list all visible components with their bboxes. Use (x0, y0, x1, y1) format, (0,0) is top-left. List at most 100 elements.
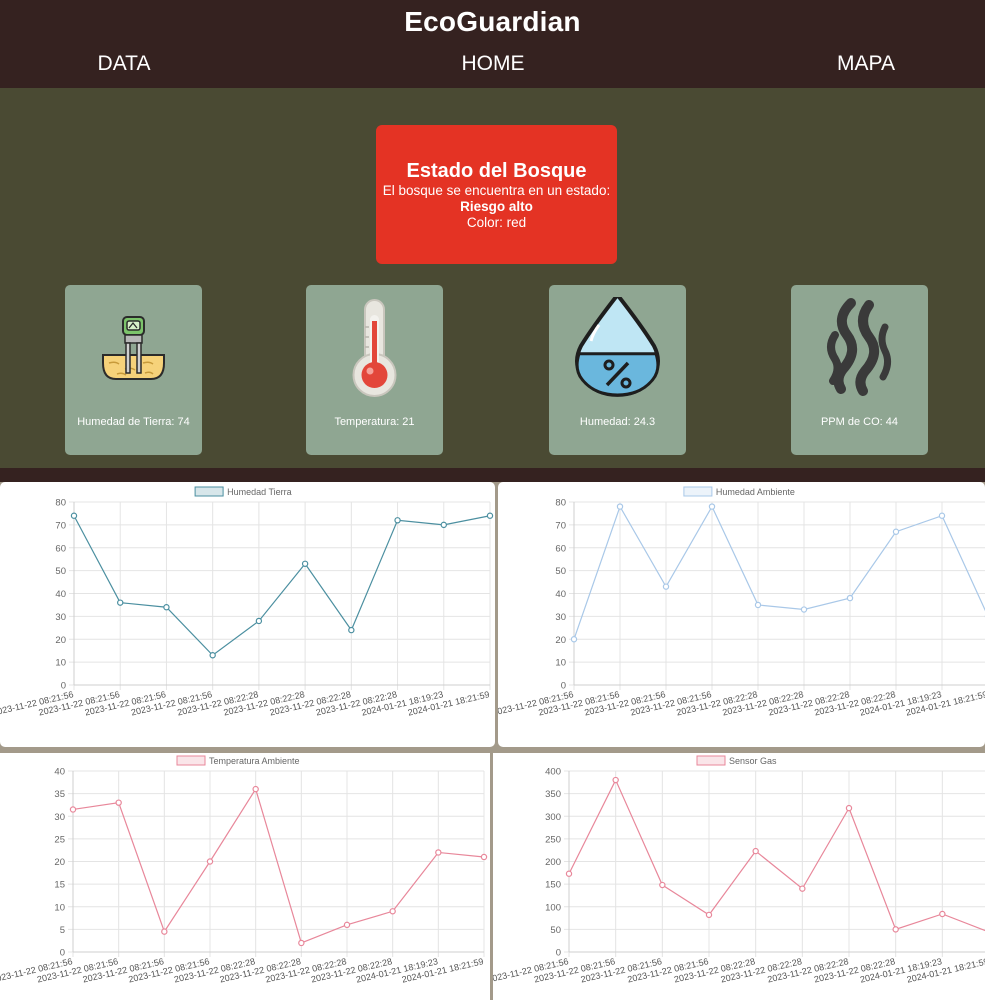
chart1-y-tick-label: 50 (555, 566, 566, 577)
chart1-data-point[interactable] (800, 606, 808, 613)
chart3-data-point[interactable] (565, 870, 573, 877)
chart3-y-tick-label: 200 (545, 857, 561, 868)
chart2-legend-swatch[interactable] (176, 755, 206, 766)
chart-panel-gas-sensor: 0 50 100 150 200 250 300 350 400 2023-11-22 08:21… (493, 753, 985, 1000)
chart2-series-line (72, 787, 485, 944)
chart1-data-point[interactable] (938, 512, 946, 519)
chart1-y-tick-label: 80 (555, 498, 566, 509)
chart2-y-tick-label: 20 (54, 857, 65, 868)
chart0-y-tick-label: 30 (55, 612, 66, 623)
chart2-data-point[interactable] (69, 806, 77, 813)
chart3-y-tick-label: 300 (545, 812, 561, 823)
chart1-y-tick-label: 20 (555, 635, 566, 646)
chart2-y-tick-label: 10 (54, 902, 65, 913)
thermometer-icon (352, 299, 397, 397)
chart3-data-point[interactable] (705, 911, 713, 919)
chart0-data-point[interactable] (255, 617, 263, 625)
section-divider (0, 468, 985, 482)
chart0-data-point[interactable] (394, 517, 401, 524)
status-description: El bosque se encuentra en un estado: (382, 183, 611, 198)
chart3-y-tick-label: 350 (545, 789, 561, 800)
status-color-text: Color: red (466, 215, 527, 230)
chart-ambient-temperature: 05101520253035402023-11-22 08:21:562023-… (0, 755, 488, 985)
sensor-card-humidity[interactable]: Humedad: 24.3 (549, 285, 686, 455)
chart0-data-point[interactable] (301, 560, 309, 567)
soil-moisture-icon (102, 316, 165, 380)
chart1-y-tick-label: 30 (555, 612, 566, 623)
sensor-card-co[interactable]: PPM de CO: 44 (791, 285, 928, 455)
chart3-data-point[interactable] (845, 804, 853, 812)
forest-status-card: Estado del Bosque El bosque se encuentra… (376, 125, 617, 264)
chart0-y-tick-label: 40 (55, 589, 66, 600)
chart0-legend-label[interactable]: Humedad Tierra (227, 487, 292, 497)
chart0-series-line (73, 515, 491, 657)
nav-link-home[interactable]: HOME (462, 52, 525, 76)
sensor-label-humidity: Humedad: 24.3 (579, 416, 656, 428)
chart0-y-tick-label: 70 (55, 520, 66, 531)
chart3-series-line (568, 778, 985, 932)
chart0-y-tick-label: 60 (55, 543, 66, 554)
chart1-legend-swatch[interactable] (683, 486, 713, 497)
chart3-y-tick-label: 100 (545, 902, 561, 913)
chart2-data-point[interactable] (115, 799, 122, 806)
chart0-y-tick-label: 50 (55, 566, 66, 577)
chart3-data-point[interactable] (752, 847, 759, 855)
sensor-card-soil-moisture[interactable]: Humedad de Tierra: 74 (65, 285, 202, 455)
sensor-card-temperature[interactable]: Temperatura: 21 (306, 285, 443, 455)
nav-link-data[interactable]: DATA (98, 52, 151, 76)
chart2-y-tick-label: 30 (54, 812, 65, 823)
chart3-data-point[interactable] (939, 910, 946, 918)
chart1-data-point[interactable] (662, 583, 670, 590)
chart1-data-point[interactable] (754, 601, 762, 609)
chart1-y-tick-label: 70 (555, 520, 566, 531)
chart3-y-tick-label: 50 (550, 925, 561, 936)
chart2-data-point[interactable] (435, 849, 442, 856)
chart0-data-point[interactable] (117, 599, 124, 606)
chart2-data-point[interactable] (298, 939, 305, 947)
chart3-data-point[interactable] (892, 926, 899, 933)
chart3-y-tick-label: 400 (545, 767, 561, 778)
chart2-y-tick-label: 25 (54, 834, 65, 845)
top-navbar: EcoGuardian DATA HOME MAPA (0, 0, 985, 88)
chart2-y-tick-label: 40 (54, 767, 65, 778)
chart0-data-point[interactable] (440, 521, 447, 529)
chart1-data-point[interactable] (708, 503, 716, 510)
chart1-data-point[interactable] (892, 528, 900, 535)
chart3-legend-label[interactable]: Sensor Gas (729, 756, 777, 766)
chart3-data-point[interactable] (659, 881, 666, 889)
chart1-data-point[interactable] (616, 503, 624, 510)
chart-panel-ambient-temperature: 0 5 10 15 20 25 30 35 40 2023-11-22 08:21:56 2023-… (0, 753, 490, 1000)
chart2-legend-label[interactable]: Temperatura Ambiente (209, 756, 300, 766)
chart0-data-point[interactable] (163, 604, 170, 611)
chart3-y-tick-label: 250 (545, 834, 561, 845)
chart1-series-line (573, 505, 985, 640)
chart1-legend-label[interactable]: Humedad Ambiente (716, 487, 795, 497)
chart1-y-tick-label: 40 (555, 589, 566, 600)
chart0-data-point[interactable] (486, 512, 494, 519)
nav-link-map[interactable]: MAPA (837, 52, 895, 76)
chart3-legend-swatch[interactable] (696, 755, 726, 766)
chart2-data-point[interactable] (389, 908, 396, 915)
sensor-label-soil-moisture: Humedad de Tierra: 74 (77, 416, 190, 428)
chart3-data-point[interactable] (612, 776, 619, 784)
chart1-data-point[interactable] (570, 636, 578, 643)
status-level: Riesgo alto (460, 199, 533, 214)
chart-panel-soil-moisture: 0 10 20 30 40 50 60 70 80 2023-11-22 08:21:56 2023… (0, 482, 495, 747)
chart2-data-point[interactable] (480, 853, 488, 861)
chart0-data-point[interactable] (70, 512, 78, 519)
chart0-data-point[interactable] (209, 652, 216, 659)
chart0-legend-swatch[interactable] (194, 486, 224, 497)
chart2-data-point[interactable] (161, 928, 168, 935)
chart0-y-tick-label: 80 (55, 498, 66, 509)
chart3-data-point[interactable] (799, 885, 806, 892)
chart3-y-tick-label: 150 (545, 880, 561, 891)
chart-soil-moisture: 010203040506070802023-11-22 08:21:562023… (0, 486, 494, 718)
chart2-data-point[interactable] (343, 921, 351, 929)
smoke-icon (827, 298, 892, 396)
chart2-data-point[interactable] (206, 858, 214, 865)
chart-gas-sensor: 0501001502002503003504002023-11-22 08:21… (493, 755, 985, 985)
chart0-data-point[interactable] (348, 626, 355, 634)
chart1-data-point[interactable] (846, 594, 854, 602)
chart1-y-tick-label: 10 (555, 658, 566, 669)
chart2-data-point[interactable] (252, 785, 259, 793)
